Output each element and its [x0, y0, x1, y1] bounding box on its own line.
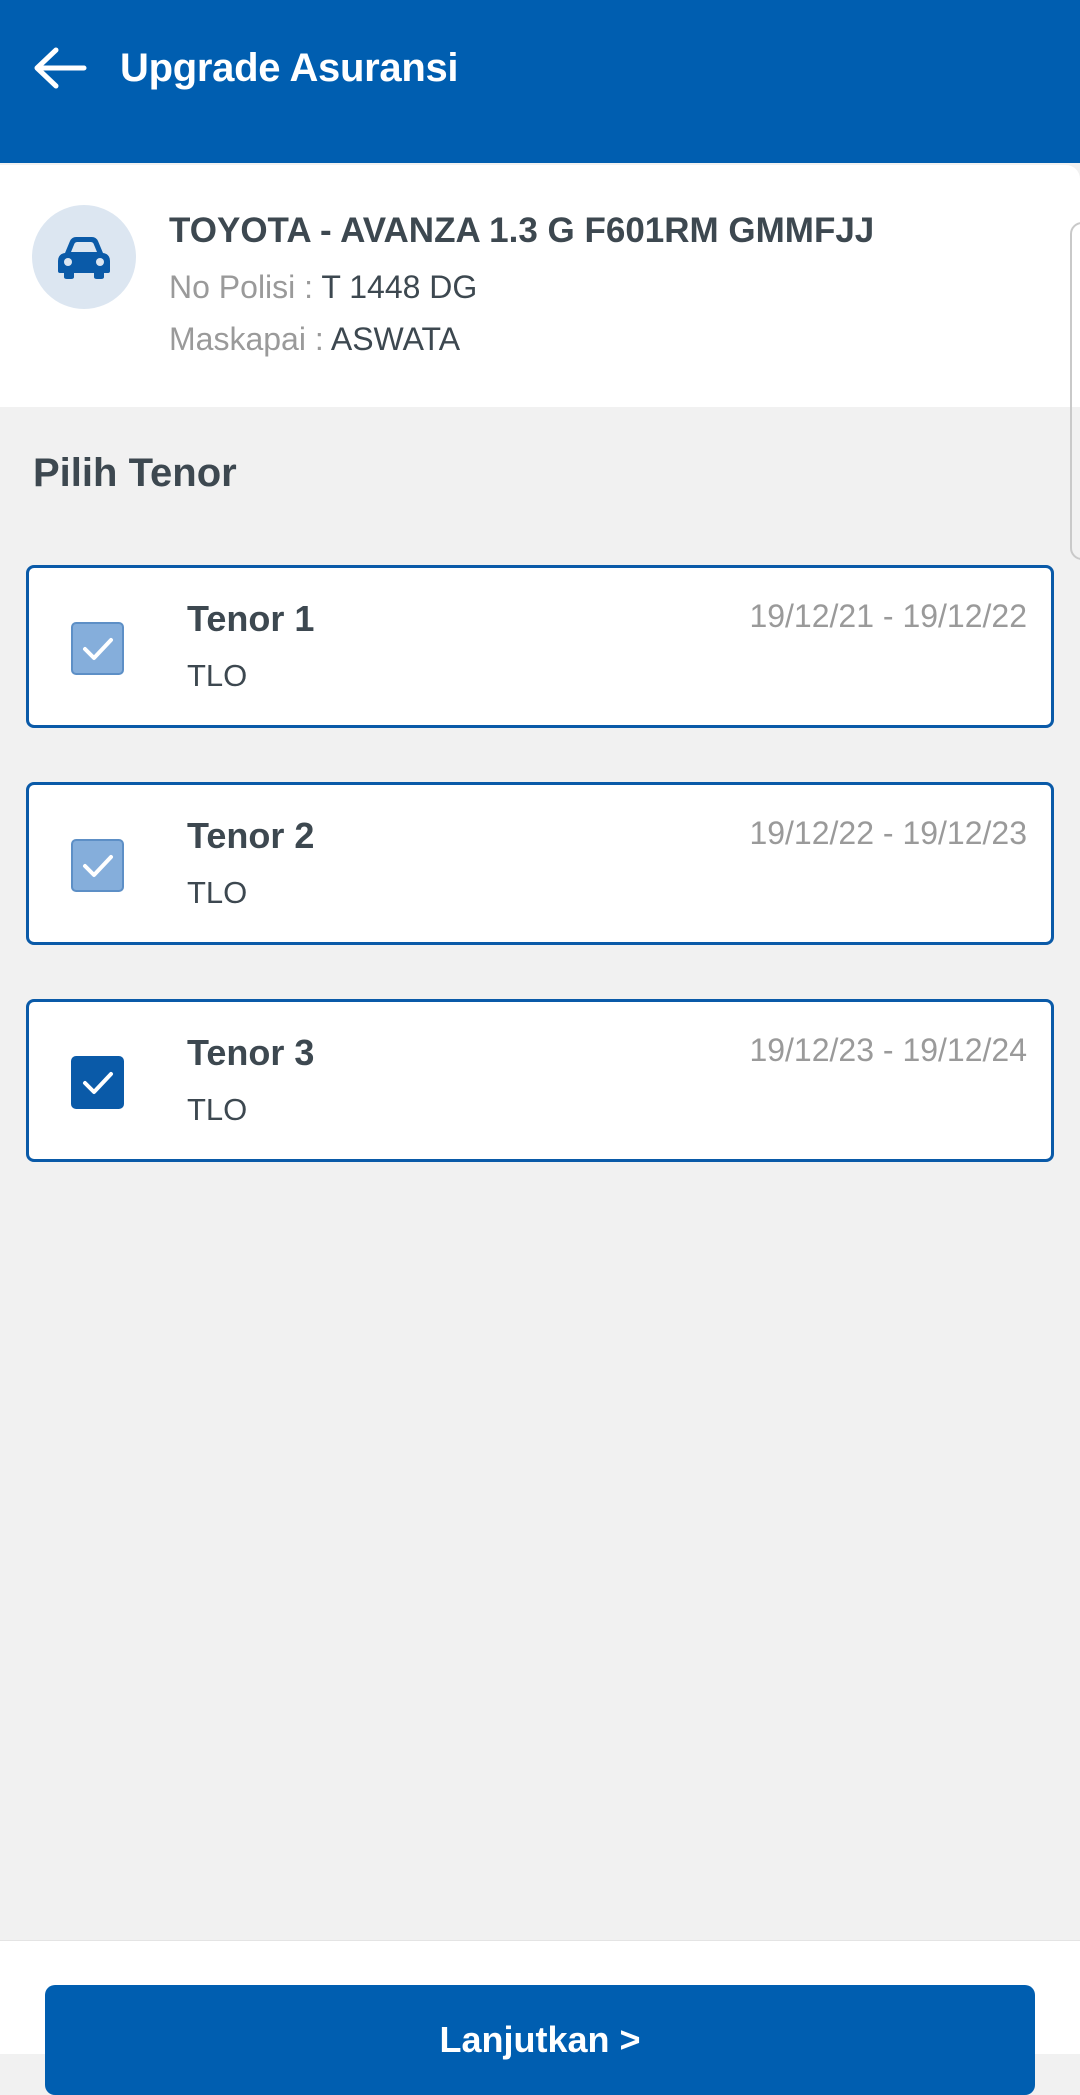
police-number-row: No Polisi : T 1448 DG: [169, 267, 477, 307]
tenor-option-1[interactable]: Tenor 1 TLO 19/12/21 - 19/12/22: [26, 565, 1054, 728]
tenor-3-name: Tenor 3: [187, 1032, 315, 1073]
insurer-label: Maskapai :: [169, 321, 324, 357]
tenor-3-dates: 19/12/23 - 19/12/24: [749, 1032, 1027, 1068]
tenor-option-3[interactable]: Tenor 3 TLO 19/12/23 - 19/12/24: [26, 999, 1054, 1162]
back-button[interactable]: [28, 38, 92, 98]
tenor-2-checkbox[interactable]: [71, 839, 124, 892]
tenor-2-type: TLO: [187, 875, 248, 910]
checkmark-icon: [82, 854, 113, 877]
app-bar: Upgrade Asuransi: [0, 0, 1080, 163]
section-title: Pilih Tenor: [33, 451, 237, 495]
arrow-left-icon: [34, 47, 87, 89]
tenor-1-type: TLO: [187, 658, 248, 693]
tenor-1-dates: 19/12/21 - 19/12/22: [749, 598, 1027, 634]
insurer-row: Maskapai : ASWATA: [169, 319, 460, 359]
tenor-2-dates: 19/12/22 - 19/12/23: [749, 815, 1027, 851]
car-avatar: [32, 205, 136, 309]
checkmark-icon: [82, 1071, 113, 1094]
police-number-value: T 1448 DG: [321, 269, 478, 305]
vehicle-info-card: TOYOTA - AVANZA 1.3 G F601RM GMMFJJ No P…: [0, 165, 1080, 407]
tenor-3-checkbox[interactable]: [71, 1056, 124, 1109]
tenor-2-name: Tenor 2: [187, 815, 315, 856]
vehicle-name: TOYOTA - AVANZA 1.3 G F601RM GMMFJJ: [169, 211, 875, 250]
tenor-option-2[interactable]: Tenor 2 TLO 19/12/22 - 19/12/23: [26, 782, 1054, 945]
tenor-1-checkbox[interactable]: [71, 622, 124, 675]
insurer-value: ASWATA: [330, 321, 461, 357]
page-title: Upgrade Asuransi: [120, 46, 459, 90]
tenor-1-name: Tenor 1: [187, 598, 315, 639]
checkmark-icon: [82, 637, 113, 660]
car-icon: [58, 237, 110, 279]
tenor-3-type: TLO: [187, 1092, 248, 1127]
continue-button[interactable]: Lanjutkan >: [45, 1985, 1035, 2095]
bottom-action-bar: Lanjutkan >: [0, 1940, 1080, 2095]
scroll-indicator[interactable]: [1070, 222, 1080, 560]
police-number-label: No Polisi :: [169, 269, 314, 305]
